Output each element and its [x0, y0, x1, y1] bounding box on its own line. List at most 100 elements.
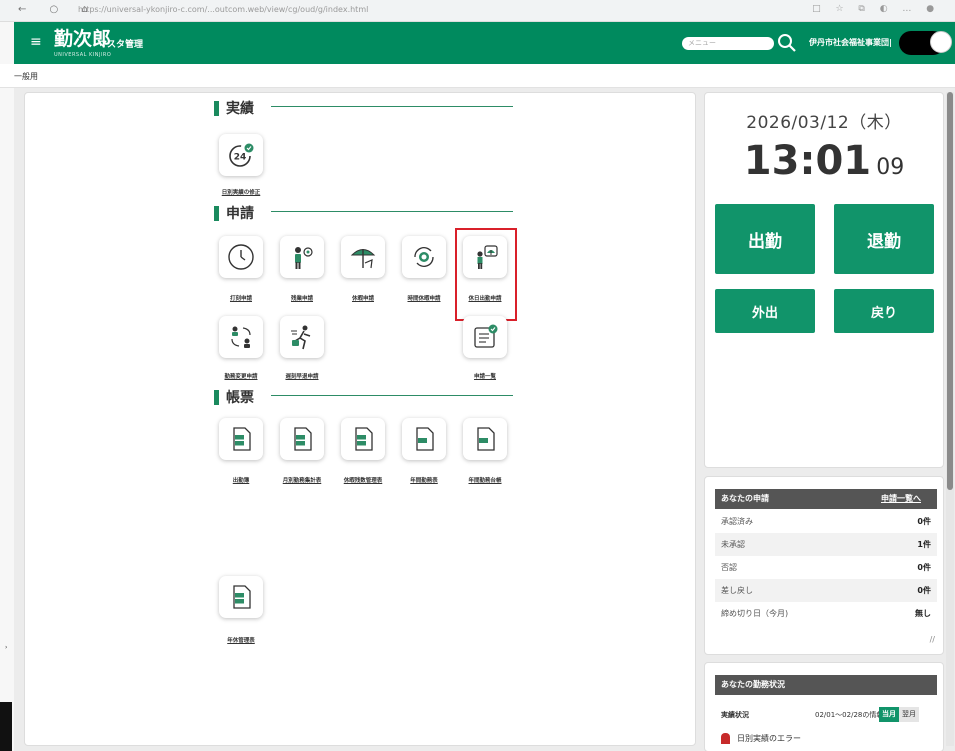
tile-annual-leave-management[interactable]: [219, 576, 263, 618]
address-bar[interactable]: https://universal-ykonjiro-c.com/...outc…: [78, 5, 368, 14]
tile-label[interactable]: 打刻申請: [230, 294, 252, 302]
scrollbar-thumb[interactable]: [947, 92, 953, 490]
search-icon[interactable]: [777, 33, 797, 53]
sub-header: 一般用: [0, 64, 955, 88]
avatar[interactable]: [930, 31, 952, 53]
tile-clock-request[interactable]: [219, 236, 263, 278]
clock-in-button[interactable]: 出勤: [715, 204, 815, 274]
xls-pdf-icon: [233, 427, 251, 451]
hamburger-menu-icon[interactable]: ≡: [30, 34, 42, 50]
tile-label[interactable]: 勤務変更申請: [224, 372, 257, 380]
section-divider: [271, 106, 513, 107]
tile-label[interactable]: 年間勤務台帳: [468, 476, 501, 484]
application-row-approved[interactable]: 承認済み 0件: [715, 510, 937, 533]
tile-attendance-book[interactable]: [219, 418, 263, 460]
work-status-panel: あなたの勤務状況 実績状況 02/01〜02/28の情報 当月 翌月 日別実績の…: [704, 662, 944, 751]
row-value: 1件: [917, 540, 931, 549]
time-seconds: 09: [876, 155, 905, 180]
section-marker: [214, 100, 219, 116]
tile-label[interactable]: 休暇申請: [352, 294, 374, 302]
clock-icon: [228, 244, 254, 270]
clock-out-button[interactable]: 退勤: [834, 204, 934, 274]
tile-label[interactable]: 休暇残数管理表: [344, 476, 383, 484]
tile-overtime-request[interactable]: [280, 236, 324, 278]
tile-label[interactable]: 残業申請: [291, 294, 313, 302]
tile-label[interactable]: 日別実績の修正: [222, 188, 261, 196]
row-label: 未承認: [721, 540, 745, 549]
menu-search-input[interactable]: メニュー: [682, 37, 774, 50]
application-row-rejected[interactable]: 否認 0件: [715, 556, 937, 579]
tile-label[interactable]: 年間勤務表: [410, 476, 438, 484]
resize-handle-icon[interactable]: //: [930, 635, 935, 644]
tile-request-list[interactable]: [463, 316, 507, 358]
left-edge-strip: ›: [0, 22, 14, 751]
current-date: 2026/03/12（木）: [746, 113, 902, 133]
highlight-box: [455, 228, 517, 321]
tab-next-month[interactable]: 翌月: [899, 707, 919, 722]
current-time: 13:01 09: [705, 138, 943, 184]
xls-icon: [477, 427, 495, 451]
late-early-icon: [291, 325, 311, 350]
tile-label[interactable]: 時間休暇申請: [407, 294, 440, 302]
work-status-range: 02/01〜02/28の情報: [815, 711, 884, 719]
tile-hourly-leave-request[interactable]: [402, 236, 446, 278]
section-title-results: 実績: [214, 98, 254, 118]
shift-change-icon: [231, 326, 251, 348]
tile-leave-balance[interactable]: [341, 418, 385, 460]
applications-header: あなたの申請 申請一覧へ: [715, 489, 937, 509]
work-status-label: 実績状況: [721, 711, 749, 719]
applications-title: あなたの申請: [721, 494, 769, 503]
browser-right-icons[interactable]: □ ☆ ⧉ ◐ … ● ︎: [812, 4, 949, 14]
overtime-icon: [295, 247, 313, 269]
row-value: 0件: [917, 586, 931, 595]
row-value: 無し: [915, 609, 931, 618]
xls-pdf-icon: [233, 585, 251, 609]
section-marker: [214, 389, 219, 405]
request-list-link[interactable]: 申請一覧へ: [881, 489, 921, 509]
error-icon: [721, 733, 730, 744]
row-value: 0件: [917, 563, 931, 572]
tab-current-month[interactable]: 当月: [879, 707, 899, 722]
vacation-icon: [350, 249, 376, 269]
section-divider: [271, 395, 513, 396]
tile-late-early-request[interactable]: [280, 316, 324, 358]
tile-label[interactable]: 遅刻早退申請: [285, 372, 318, 380]
xls-pdf-icon: [294, 427, 312, 451]
tile-label[interactable]: 出勤簿: [233, 476, 250, 484]
organization-name: 伊丹市社会福祉事業団|: [809, 38, 892, 47]
tile-daily-correction[interactable]: 24: [219, 134, 263, 176]
row-label: 差し戻し: [721, 586, 753, 595]
app-header: ≡ 勤次郎 UNIVERSAL KINJIRO マスタ管理 メニュー 伊丹市社会…: [14, 22, 955, 64]
section-divider: [271, 211, 513, 212]
request-list-icon: [474, 324, 498, 348]
xls-pdf-icon: [355, 427, 373, 451]
application-row-unapproved[interactable]: 未承認 1件: [715, 533, 937, 556]
section-title-text: 実績: [226, 101, 254, 117]
go-out-button[interactable]: 外出: [715, 289, 815, 333]
work-status-title: あなたの勤務状況: [721, 680, 785, 689]
work-status-header: あなたの勤務状況: [715, 675, 937, 695]
row-label: 締め切り日（今月): [721, 609, 789, 618]
return-button[interactable]: 戻り: [834, 289, 934, 333]
tile-annual-ledger[interactable]: [463, 418, 507, 460]
tile-monthly-summary[interactable]: [280, 418, 324, 460]
hourly-leave-icon: [414, 247, 434, 267]
daily-error-label: 日別実績のエラー: [737, 734, 801, 743]
tile-label[interactable]: 申請一覧: [474, 372, 496, 380]
header-title[interactable]: マスタ管理: [98, 37, 143, 50]
edge-block: [0, 702, 12, 751]
row-label: 承認済み: [721, 517, 753, 526]
tile-vacation-request[interactable]: [341, 236, 385, 278]
section-marker: [214, 205, 219, 221]
section-title-forms: 帳票: [214, 387, 254, 407]
tile-annual-schedule[interactable]: [402, 418, 446, 460]
application-row-returned[interactable]: 差し戻し 0件: [715, 579, 937, 602]
section-title-requests: 申請: [214, 203, 254, 223]
tile-label[interactable]: 年休管理表: [227, 636, 255, 644]
daily-error-item[interactable]: 日別実績のエラー: [721, 733, 801, 744]
section-title-text: 帳票: [226, 390, 254, 406]
tile-label[interactable]: 月別勤務集計表: [283, 476, 322, 484]
row-label: 否認: [721, 563, 737, 572]
tile-shift-change-request[interactable]: [219, 316, 263, 358]
time-hours-minutes: 13:01: [743, 138, 872, 184]
